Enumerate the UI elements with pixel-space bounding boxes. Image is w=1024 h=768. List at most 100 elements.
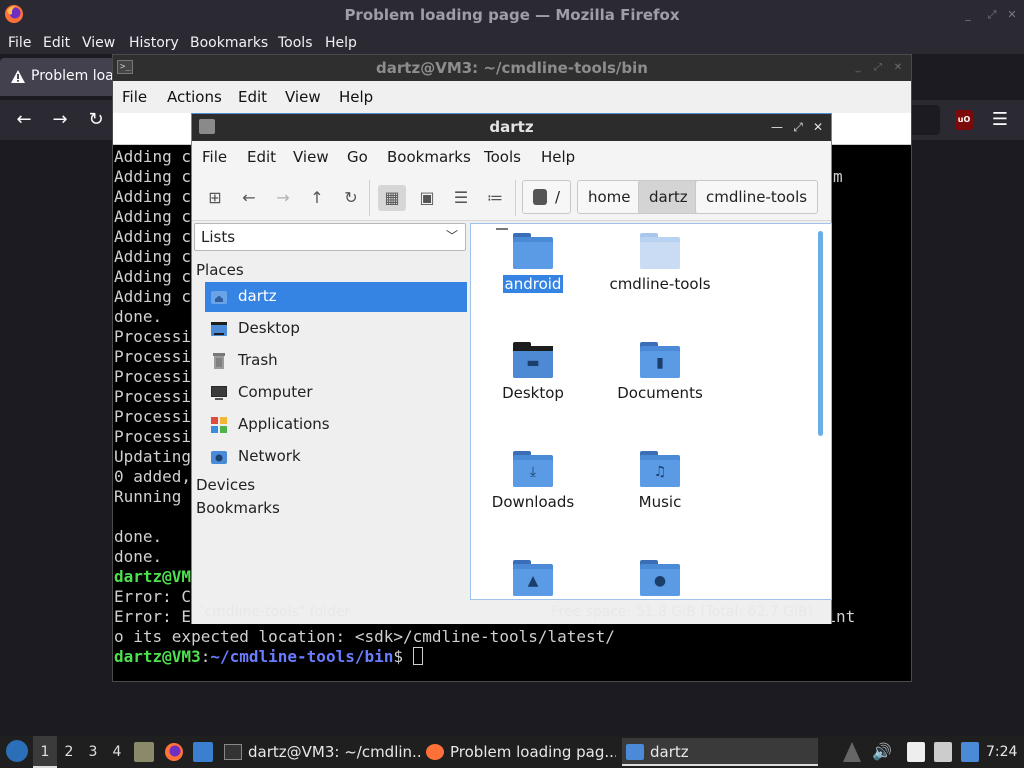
firefox-menu-tools[interactable]: Tools <box>278 32 313 56</box>
volume-icon[interactable]: 🔊 <box>872 742 892 762</box>
selection-marker <box>496 228 508 230</box>
firefox-menu-view[interactable]: View <box>82 32 115 56</box>
fm-menu-help[interactable]: Help <box>541 148 575 166</box>
devices-heading[interactable]: Devices <box>196 476 255 494</box>
sidebar-item-desktop[interactable]: Desktop <box>205 314 467 344</box>
sidebar-item-dartz[interactable]: dartz <box>205 282 467 312</box>
detailed-list-view-icon[interactable]: ≔ <box>481 185 509 211</box>
firefox-launcher-icon[interactable] <box>164 742 184 762</box>
file-item-public[interactable]: ● <box>600 560 720 598</box>
music-folder-icon: ♫ <box>640 451 680 487</box>
firefox-menu-help[interactable]: Help <box>325 32 357 56</box>
fm-menu-tools[interactable]: Tools <box>484 148 521 166</box>
terminal-close-button[interactable]: ✕ <box>891 61 905 75</box>
terminal-error-start: Error: E <box>114 607 192 626</box>
ublock-icon[interactable]: uO <box>955 110 973 130</box>
app-menu-icon[interactable] <box>6 740 28 762</box>
fm-menu-edit[interactable]: Edit <box>247 148 276 166</box>
terminal-menu-view[interactable]: View <box>285 88 321 106</box>
sidepane-mode-select[interactable]: Lists <box>194 223 466 251</box>
firefox-window-title: Problem loading page — Mozilla Firefox <box>344 6 680 24</box>
sidebar-item-computer[interactable]: Computer <box>205 378 467 408</box>
workspace-3[interactable]: 3 <box>81 736 105 768</box>
network-tray-icon[interactable] <box>934 742 952 762</box>
terminal-menu-help[interactable]: Help <box>339 88 373 106</box>
fm-menu-bookmarks[interactable]: Bookmarks <box>387 148 471 166</box>
status-free-space: Free space: 51.8 GiB (Total: 62.7 GiB) <box>551 604 813 620</box>
toolbar-separator <box>369 180 370 216</box>
fm-minimize-button[interactable]: — <box>770 120 784 134</box>
desktop-launcher-icon[interactable] <box>193 742 213 762</box>
file-item-pictures[interactable]: ▲ <box>473 560 593 598</box>
file-item-android[interactable]: android <box>473 233 593 293</box>
trash-icon <box>213 353 225 369</box>
fm-menu-go[interactable]: Go <box>347 148 368 166</box>
reload-icon[interactable]: ↻ <box>84 108 108 132</box>
firefox-minimize-button[interactable]: _ <box>960 7 976 23</box>
workspace-2[interactable]: 2 <box>57 736 81 768</box>
breadcrumb-dartz[interactable]: dartz <box>638 180 699 214</box>
firefox-menu-file[interactable]: File <box>8 32 31 56</box>
places-heading[interactable]: Places <box>196 261 244 279</box>
clipboard-icon[interactable] <box>907 742 925 762</box>
file-manager-window[interactable]: dartz — ⤢ ✕ File Edit View Go Bookmarks … <box>191 113 832 624</box>
file-view-scrollbar[interactable] <box>818 231 823 436</box>
up-arrow-icon[interactable]: ↑ <box>303 185 331 211</box>
thumbnail-view-icon[interactable]: ▣ <box>413 185 441 211</box>
terminal-minimize-button[interactable]: _ <box>851 61 865 75</box>
fm-maximize-button[interactable]: ⤢ <box>791 120 805 134</box>
reload-icon[interactable]: ↻ <box>337 185 365 211</box>
terminal-maximize-button[interactable]: ⤢ <box>871 61 885 75</box>
terminal-menu-edit[interactable]: Edit <box>238 88 267 106</box>
icon-view-icon[interactable]: ▦ <box>378 185 406 211</box>
status-selection: "cmdline-tools" folder <box>198 604 351 620</box>
task-terminal[interactable]: dartz@VM3: ~/cmdlin... <box>224 738 420 766</box>
workspace-1[interactable]: 1 <box>33 736 57 768</box>
chevron-down-icon: ﹀ <box>446 229 459 243</box>
breadcrumb-home[interactable]: home <box>577 180 642 214</box>
file-manager-title: dartz <box>489 118 534 136</box>
forward-arrow-icon[interactable]: → <box>48 108 72 132</box>
downloads-folder-icon: ⤓ <box>513 451 553 487</box>
fm-menu-file[interactable]: File <box>202 148 227 166</box>
forward-arrow-icon[interactable]: → <box>269 185 297 211</box>
breadcrumb-root[interactable]: / <box>522 180 572 214</box>
notification-icon[interactable] <box>961 742 979 762</box>
menu-hamburger-icon[interactable]: ☰ <box>990 108 1010 132</box>
back-arrow-icon[interactable]: ← <box>12 108 36 132</box>
sidebar-item-label: Desktop <box>238 319 300 337</box>
sidebar-item-trash[interactable]: Trash <box>205 346 467 376</box>
firefox-menu-edit[interactable]: Edit <box>43 32 70 56</box>
fm-menu-view[interactable]: View <box>293 148 329 166</box>
file-item-cmdline-tools[interactable]: cmdline-tools <box>600 233 720 293</box>
terminal-cursor <box>412 647 423 665</box>
new-tab-icon[interactable]: ⊞ <box>201 185 229 211</box>
terminal-menubar <box>113 81 911 113</box>
terminal-title: dartz@VM3: ~/cmdline-tools/bin <box>376 59 648 77</box>
clock[interactable]: 7:24 <box>986 736 1017 768</box>
firefox-maximize-button[interactable]: ⤢ <box>984 7 1000 23</box>
sidebar-item-label: Network <box>238 447 301 465</box>
file-item-label: Documents <box>617 384 703 402</box>
workspace-4[interactable]: 4 <box>105 736 129 768</box>
breadcrumb-cmdline-tools[interactable]: cmdline-tools <box>695 180 819 214</box>
sidebar-item-applications[interactable]: Applications <box>205 410 467 440</box>
task-file-manager[interactable]: dartz <box>622 738 818 766</box>
firefox-menu-bookmarks[interactable]: Bookmarks <box>190 32 268 56</box>
firefox-close-button[interactable]: ✕ <box>1004 7 1020 23</box>
terminal-menu-file[interactable]: File <box>122 88 147 106</box>
fm-close-button[interactable]: ✕ <box>811 120 825 134</box>
bookmarks-heading[interactable]: Bookmarks <box>196 499 280 517</box>
file-item-downloads[interactable]: ⤓ Downloads <box>473 451 593 511</box>
back-arrow-icon[interactable]: ← <box>235 185 263 211</box>
sidebar-item-network[interactable]: Network <box>205 442 467 472</box>
compact-view-icon[interactable]: ☰ <box>447 185 475 211</box>
task-firefox[interactable]: Problem loading pag... <box>426 738 616 766</box>
file-item-music[interactable]: ♫ Music <box>600 451 720 511</box>
file-manager-launcher-icon[interactable] <box>134 742 154 762</box>
terminal-menu-actions[interactable]: Actions <box>167 88 222 106</box>
file-item-desktop[interactable]: ▬ Desktop <box>473 342 593 402</box>
file-item-documents[interactable]: ▮ Documents <box>600 342 720 402</box>
firefox-menu-history[interactable]: History <box>129 32 179 56</box>
warning-icon <box>11 70 25 83</box>
